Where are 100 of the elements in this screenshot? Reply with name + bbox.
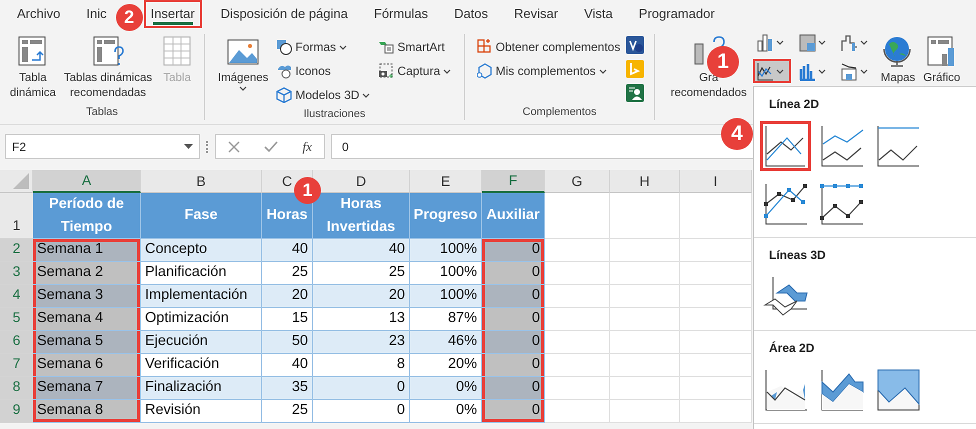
ribbon-tab[interactable]: Programador: [632, 0, 722, 28]
dropdown-arrow-icon: [184, 144, 193, 149]
screenshot-icon: [378, 63, 394, 79]
table-cell: 0: [482, 239, 545, 262]
column-heading-cell: Período de Tiempo: [33, 193, 141, 239]
row-header[interactable]: 7: [0, 354, 33, 377]
table-cell: 15: [262, 308, 313, 331]
table-cell: 50: [262, 331, 313, 354]
area-chart-icon: [875, 368, 920, 412]
row-header[interactable]: 2: [0, 239, 33, 262]
ribbon-tab[interactable]: Inic: [79, 0, 114, 28]
table-cell: 0: [482, 331, 545, 354]
group-label: Complementos: [522, 105, 596, 120]
ribbon-button[interactable]: Captura: [376, 60, 454, 82]
bar-chart-icon: [798, 62, 817, 80]
row-header[interactable]: 1: [0, 193, 33, 239]
caret-icon: [818, 68, 826, 74]
ribbon-button[interactable]: Imágenes: [216, 34, 270, 106]
ribbon-tab[interactable]: Revisar: [507, 0, 566, 28]
table-cell: 8: [313, 354, 410, 377]
table-cell: Revisión: [141, 400, 262, 423]
table-cell: Optimización: [141, 308, 262, 331]
caret-icon: [860, 68, 868, 74]
column-header[interactable]: F: [508, 170, 518, 191]
table-cell: 40: [262, 354, 313, 377]
column-header[interactable]: A: [82, 170, 92, 191]
ribbon-tab[interactable]: Vista: [577, 0, 620, 28]
column-header[interactable]: G: [572, 170, 582, 192]
ribbon-button[interactable]: Obtener complementos: [474, 36, 622, 58]
ribbon-button[interactable]: SmartArt: [376, 36, 454, 58]
table-cell: 35: [262, 377, 313, 400]
column-header[interactable]: C: [282, 170, 292, 192]
table-cell: Semana 7: [33, 377, 141, 400]
table-cell: Ejecución: [141, 331, 262, 354]
table-cell: 0: [482, 308, 545, 331]
caret-icon: [776, 40, 784, 44]
row-header[interactable]: 9: [0, 400, 33, 423]
caret-icon: [598, 68, 607, 74]
table-cell: 20: [313, 285, 410, 308]
table-cell: 0: [482, 400, 545, 423]
section-title: Líneas 3D: [768, 247, 827, 264]
insert-function-button[interactable]: fx: [302, 136, 312, 156]
caret-icon: [443, 68, 452, 74]
table-cell: 20: [262, 285, 313, 308]
ribbon-tab[interactable]: Datos: [447, 0, 496, 28]
column-heading-cell: Progreso: [410, 193, 482, 239]
ribbon-button[interactable]: Iconos: [274, 60, 372, 82]
ribbon-tab[interactable]: Insertar: [144, 0, 202, 28]
hexagon-icon: [476, 63, 493, 79]
ribbon-button[interactable]: Modelos 3D: [274, 84, 372, 106]
group-label: Ilustraciones: [304, 107, 366, 122]
row-header[interactable]: 5: [0, 308, 33, 331]
table-cell: 46%: [410, 331, 482, 354]
row-header[interactable]: 6: [0, 331, 33, 354]
table-cell: Concepto: [141, 239, 262, 262]
marker-line-chart-icon: [763, 182, 808, 226]
ribbon-button[interactable]: Tablas dinámicas recomendadas: [62, 34, 154, 104]
name-box[interactable]: F2: [5, 134, 200, 159]
line-chart-icon: [875, 124, 920, 168]
stacked-line-chart-icon: [819, 124, 864, 168]
ribbon-button[interactable]: Tabla dinámica: [8, 34, 58, 104]
table-cell: 0: [482, 377, 545, 400]
chart-option[interactable]: [760, 121, 811, 171]
column-header[interactable]: E: [440, 170, 450, 192]
table-cell: Semana 6: [33, 354, 141, 377]
caret-icon: [776, 68, 784, 74]
table-cell: Semana 2: [33, 262, 141, 285]
app-icon: [626, 60, 644, 78]
column-chart-icon: [756, 32, 775, 52]
line-chart-icon: [763, 124, 808, 168]
area-chart-icon: [763, 368, 808, 412]
row-header[interactable]: 3: [0, 262, 33, 285]
shapes-icon: [276, 39, 292, 55]
ribbon-tab[interactable]: Archivo: [10, 0, 68, 28]
table-cell: 13: [313, 308, 410, 331]
table-cell: 100%: [410, 285, 482, 308]
table-cell: 25: [262, 400, 313, 423]
hierarchy-chart-icon: [798, 32, 817, 52]
table-cell: 0: [313, 400, 410, 423]
line-chart-icon: [756, 62, 775, 80]
column-header[interactable]: H: [639, 170, 650, 192]
waterfall-chart-icon: [840, 32, 859, 52]
row-header[interactable]: 4: [0, 285, 33, 308]
people-app-icon: [626, 84, 644, 102]
ribbon-button[interactable]: Formas: [274, 36, 372, 58]
chart-type-button[interactable]: [752, 59, 791, 83]
column-header[interactable]: D: [356, 170, 366, 192]
caret-icon: [239, 86, 248, 91]
ribbon-button[interactable]: Mis complementos: [474, 60, 622, 82]
column-header[interactable]: I: [714, 170, 718, 192]
column-heading-cell: Auxiliar: [482, 193, 545, 239]
row-header[interactable]: 8: [0, 377, 33, 400]
table-cell: 0: [313, 377, 410, 400]
ribbon-tab[interactable]: Disposición de página: [214, 0, 355, 28]
section-title: Línea 2D: [768, 96, 820, 113]
column-header[interactable]: B: [196, 170, 206, 192]
table-cell: 40: [262, 239, 313, 262]
app-icon: [626, 36, 644, 54]
table-cell: 25: [262, 262, 313, 285]
ribbon-tab[interactable]: Fórmulas: [366, 0, 436, 28]
